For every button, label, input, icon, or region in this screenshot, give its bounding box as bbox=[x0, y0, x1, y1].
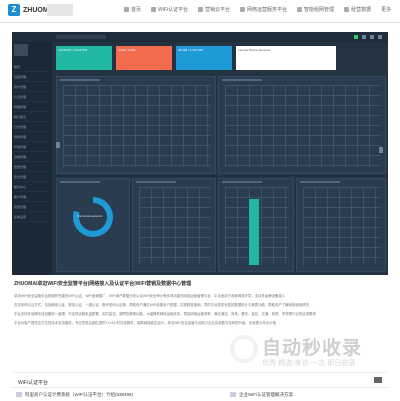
router-icon bbox=[297, 7, 303, 13]
dashboard-sidebar: 首页 设备管理 用户管理 认证管理 营销管理 统计报表 日志管理 网络管理 系统… bbox=[12, 42, 52, 275]
stat-card: 2,518,510 / 2,518,510 bbox=[56, 46, 112, 70]
dashboard-tools bbox=[354, 35, 382, 39]
list-item[interactable]: 企业WiFi认证管理解决方案 bbox=[230, 392, 293, 398]
panel-title bbox=[60, 181, 100, 183]
nav-item-more[interactable]: 更多 bbox=[381, 6, 391, 13]
sidebar-items: 首页 设备管理 用户管理 认证管理 营销管理 统计报表 日志管理 网络管理 系统… bbox=[14, 64, 48, 224]
dashboard-search bbox=[56, 35, 106, 39]
article-title: ZHUOMAI卓迈WiFi安全监管平台|网络接入及认证平台|WiFi营销及数据中… bbox=[14, 281, 192, 287]
sidebar-item: 营销管理 bbox=[14, 104, 48, 112]
sidebar-item: 系统设置 bbox=[14, 214, 48, 222]
prev-arrow-icon bbox=[56, 142, 60, 148]
chart-grid bbox=[63, 85, 211, 167]
sidebar-item: 网络管理 bbox=[14, 134, 48, 142]
logo-mark-icon: Z bbox=[8, 4, 20, 16]
chart-icon bbox=[344, 7, 350, 13]
status-icon bbox=[354, 35, 358, 39]
donut-label: Total access accounts bbox=[77, 215, 103, 218]
thumbnail-icon bbox=[16, 392, 22, 398]
sidebar-item: 统计报表 bbox=[14, 114, 48, 122]
stat-card: Internet Phone Services bbox=[236, 46, 336, 70]
thumbnail-icon bbox=[230, 392, 236, 398]
chart-panel-left bbox=[56, 76, 216, 174]
sidebar-item: 认证管理 bbox=[14, 94, 48, 102]
stat-cards: 2,518,510 / 2,518,510 2,484 / 2,484 26,9… bbox=[56, 46, 336, 70]
chart-grid bbox=[139, 187, 211, 265]
list-item[interactable]: 阿里商户认证计费系统（WiFi认证平台）介绍(838488) bbox=[16, 392, 133, 398]
more-icon[interactable] bbox=[374, 377, 382, 383]
watermark-logo-icon bbox=[230, 335, 258, 363]
next-arrow-icon bbox=[379, 147, 383, 153]
article-line: 支持多种认证方式，包括微信认证、短信认证、一键认证、账号密码认证等，帮助商户通过… bbox=[14, 303, 309, 307]
panel-title bbox=[136, 181, 176, 183]
watermark-subtext: 优秀·精选·来访·一次·即日收录 bbox=[262, 360, 356, 367]
sidebar-item: 报表中心 bbox=[14, 184, 48, 192]
bell-icon bbox=[362, 35, 366, 39]
stat-card: 26,992 / 2,419,484 bbox=[176, 46, 232, 70]
panel-title bbox=[222, 181, 262, 183]
sidebar-item: 系统管理 bbox=[14, 144, 48, 152]
home-icon bbox=[124, 7, 129, 13]
article-body: 卓迈WiFi安全监管平台是拥有完善的WiFi认证、WiFi营销推广、WiFi用户… bbox=[14, 292, 386, 328]
nav-item-data[interactable]: 经营数据 bbox=[344, 6, 371, 13]
sidebar-item: 账户管理 bbox=[14, 194, 48, 202]
article-line: 卓迈WiFi安全监管平台是拥有完善的WiFi认证、WiFi营销推广、WiFi用户… bbox=[14, 294, 286, 298]
panel-title bbox=[60, 79, 100, 81]
sidebar-item: 权限管理 bbox=[14, 204, 48, 212]
dashboard-screenshot: 首页 设备管理 用户管理 认证管理 营销管理 统计报表 日志管理 网络管理 系统… bbox=[12, 32, 388, 275]
article-line: 平台支持多品牌无线设备统一管理，可实现远程批量配置、实时监控、故障告警等功能，大… bbox=[14, 312, 316, 316]
user-icon bbox=[378, 35, 382, 39]
stat-card: 2,484 / 2,484 bbox=[116, 46, 172, 70]
main-nav: 首页 WiFi认证平台 营销云平台 网络运营服务平台 智能组网管理 经营数据 更… bbox=[124, 6, 400, 13]
chart-panel-right bbox=[218, 76, 386, 174]
donut-panel: Total access accounts bbox=[56, 178, 130, 272]
network-icon bbox=[240, 7, 246, 13]
watermark: 自动秒收录 优秀·精选·来访·一次·即日收录 bbox=[228, 327, 388, 373]
mail-icon bbox=[370, 35, 374, 39]
sidebar-item: 运维管理 bbox=[14, 154, 48, 162]
nav-item-mesh[interactable]: 智能组网管理 bbox=[297, 6, 334, 13]
logo-sub-graphic bbox=[47, 4, 73, 16]
nav-item-wifi-auth[interactable]: WiFi认证平台 bbox=[151, 6, 188, 13]
chart-panel-b1 bbox=[132, 178, 216, 272]
cloud-icon bbox=[198, 7, 204, 13]
panel-title bbox=[300, 181, 340, 183]
divider bbox=[12, 387, 388, 388]
chart-grid bbox=[225, 85, 381, 167]
sidebar-item: 告警管理 bbox=[14, 164, 48, 172]
nav-item-marketing[interactable]: 营销云平台 bbox=[198, 6, 230, 13]
wifi-auth-section: WiFi认证平台 阿里商户认证计费系统（WiFi认证平台）介绍(838488) … bbox=[12, 372, 388, 401]
chart-panel-b2 bbox=[218, 178, 294, 272]
sidebar-item: 日志管理 bbox=[14, 124, 48, 132]
bar-mark bbox=[249, 199, 259, 265]
panel-title bbox=[222, 79, 262, 81]
sidebar-item: 设备管理 bbox=[14, 74, 48, 82]
wifi-icon bbox=[151, 7, 157, 13]
sidebar-item: 首页 bbox=[14, 64, 48, 72]
dashboard-topbar bbox=[12, 32, 388, 42]
watermark-text: 自动秒收录 bbox=[262, 338, 363, 359]
nav-item-home[interactable]: 首页 bbox=[124, 6, 141, 13]
sidebar-item: 用户管理 bbox=[14, 84, 48, 92]
nav-item-network-ops[interactable]: 网络运营服务平台 bbox=[240, 6, 287, 13]
top-nav: Z ZHUOMAI 首页 WiFi认证平台 营销云平台 网络运营服务平台 智能组… bbox=[0, 0, 400, 23]
sidebar-item: 安全管理 bbox=[14, 174, 48, 182]
avatar bbox=[14, 44, 28, 56]
chart-grid bbox=[303, 187, 381, 265]
section-title: WiFi认证平台 bbox=[18, 380, 48, 386]
chart-panel-b3 bbox=[296, 178, 386, 272]
